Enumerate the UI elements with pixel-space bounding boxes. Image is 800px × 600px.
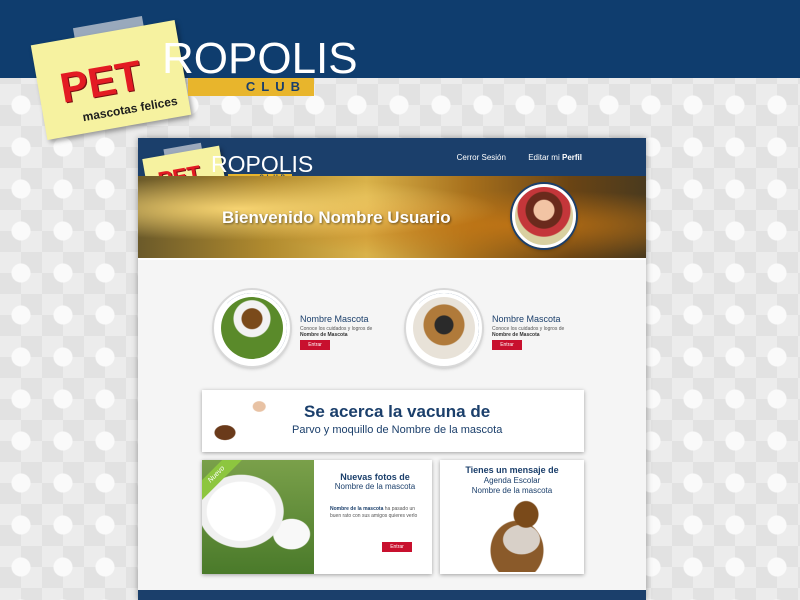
pet-description: Conoce los cuidados y logros de Nombre d… <box>300 326 390 338</box>
pet-photo-frame[interactable] <box>406 290 482 366</box>
logo-club-bar: CLUB <box>188 78 314 96</box>
user-avatar[interactable] <box>512 184 576 248</box>
edit-profile-bold: Perfil <box>561 153 582 162</box>
vet-with-dog-image <box>206 392 282 450</box>
enter-button[interactable]: Entrar <box>492 340 522 350</box>
basset-hound-image <box>472 500 562 572</box>
progress-ring <box>217 293 287 363</box>
pet-desc-bold: Nombre de Mascota <box>492 332 540 338</box>
progress-ring <box>409 293 479 363</box>
message-title: Tienes un mensaje de <box>465 465 559 475</box>
photos-desc-bold: Nombre de la mascota <box>330 506 384 512</box>
edit-profile-link[interactable]: Editar mi Perfil <box>528 153 582 162</box>
header-links: Cerror Sesión Editar mi Perfil <box>437 153 582 162</box>
message-card[interactable]: Tienes un mensaje de Agenda Escolar Nomb… <box>440 460 584 574</box>
welcome-text: Bienvenido Nombre Usuario <box>222 208 451 227</box>
footer-bar <box>138 590 646 600</box>
pet-name: Nombre Mascota <box>492 314 561 324</box>
vaccine-subtitle: Parvo y moquillo de Nombre de la mascota <box>292 424 503 436</box>
pet-photo-frame[interactable] <box>214 290 290 366</box>
panel-header: PET mascotas felices ROPOLIS CLUB Cerror… <box>138 138 646 209</box>
site-logo[interactable]: PET mascotas felices ROPOLIS CLUB <box>30 16 358 140</box>
welcome-banner: Bienvenido Nombre Usuario <box>138 176 646 260</box>
photos-subtitle: Nombre de la mascota <box>334 482 416 491</box>
photos-title: Nuevas fotos de <box>340 472 410 482</box>
pet-card: Nombre Mascota Conoce los cuidados y log… <box>406 290 586 370</box>
edit-profile-prefix: Editar mi <box>528 153 560 162</box>
vaccine-title: Se acerca la vacuna de <box>304 402 491 421</box>
pet-desc-bold: Nombre de Mascota <box>300 332 348 338</box>
pet-card: Nombre Mascota Conoce los cuidados y log… <box>214 290 394 370</box>
pet-description: Conoce los cuidados y logros de Nombre d… <box>492 326 582 338</box>
photos-description: Nombre de la mascota ha pasado un buen r… <box>330 506 422 520</box>
logout-link[interactable]: Cerror Sesión <box>457 153 506 162</box>
message-line-1: Agenda Escolar <box>483 476 541 485</box>
logo-ropolis-text: ROPOLIS <box>162 34 358 83</box>
new-photos-card: Nuevo Nuevas fotos de Nombre de la masco… <box>202 460 432 574</box>
main-panel: PET mascotas felices ROPOLIS CLUB Cerror… <box>138 138 646 600</box>
message-line-2: Nombre de la mascota <box>471 486 553 495</box>
vaccine-reminder-banner[interactable]: Se acerca la vacuna de Parvo y moquillo … <box>202 390 584 452</box>
pet-name: Nombre Mascota <box>300 314 369 324</box>
enter-button[interactable]: Entrar <box>300 340 330 350</box>
enter-button[interactable]: Entrar <box>382 542 412 552</box>
